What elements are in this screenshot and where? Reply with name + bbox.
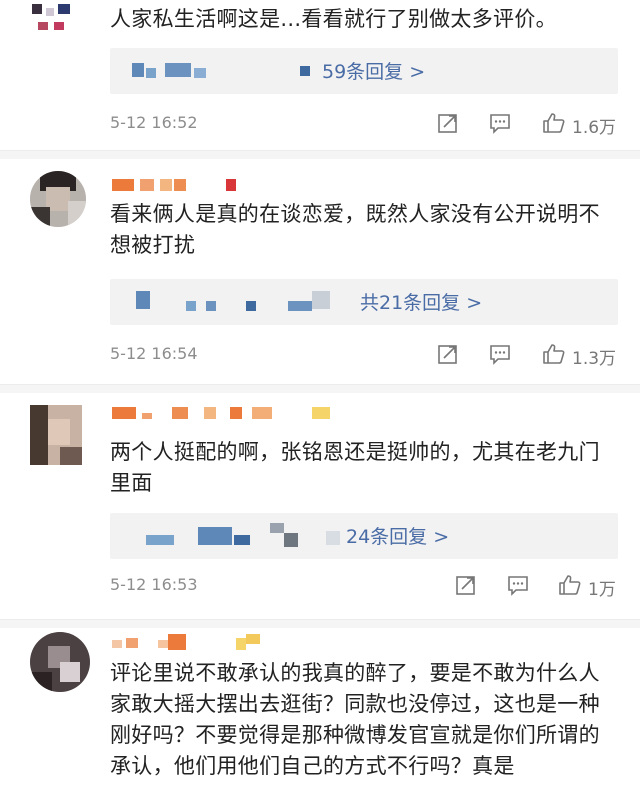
timestamp: 5-12 16:54 [110, 344, 198, 363]
thumbs-up-icon[interactable] [558, 573, 582, 597]
like-count: 1.6万 [572, 118, 617, 138]
username-mosaic [165, 63, 191, 77]
thumbs-up-icon[interactable] [542, 111, 566, 135]
username-mosaic [186, 301, 196, 311]
username-mosaic [326, 531, 340, 545]
avatar[interactable] [30, 632, 90, 692]
username-mosaic [194, 68, 206, 78]
avatar[interactable] [30, 171, 86, 227]
username-mosaic [270, 523, 284, 533]
username-mosaic [284, 533, 298, 547]
avatar[interactable] [30, 405, 82, 465]
comment-text: 看来俩人是真的在谈恋爱，既然人家没有公开说明不想被打扰 [110, 202, 600, 257]
comment-item-4: 评论里说不敢承认的我真的醉了，要是不敢为什么人家敢大摇大摆出去逛街？同款也没停过… [0, 628, 640, 802]
comment-icon[interactable] [488, 111, 512, 135]
reply-preview-box[interactable]: 24条回复 > [110, 513, 618, 559]
comment-text: 评论里说不敢承认的我真的醉了，要是不敢为什么人家敢大摇大摆出去逛街？同款也没停过… [110, 661, 600, 778]
timestamp: 5-12 16:52 [110, 113, 198, 132]
username-mosaic [312, 291, 330, 309]
comment-item-2: 看来俩人是真的在谈恋爱，既然人家没有公开说明不想被打扰 共21条回复 > 5-1… [0, 159, 640, 384]
reply-preview-box[interactable]: 共21条回复 > [110, 279, 618, 325]
username-mosaic [146, 68, 156, 78]
comment-item-1: 人家私生活啊这是...看看就行了别做太多评价。 59条回复 > 5-12 16:… [0, 0, 640, 150]
like-count: 1万 [588, 580, 616, 600]
divider [0, 619, 640, 628]
username-mosaic [246, 301, 256, 311]
username-mosaic [234, 535, 250, 545]
reply-preview-box[interactable]: 59条回复 > [110, 48, 618, 94]
share-icon[interactable] [436, 111, 460, 135]
comment-meta: 5-12 16:52 1.6万 [110, 111, 618, 138]
comment-text: 两个人挺配的啊，张铭恩还是挺帅的，尤其在老九门里面 [110, 440, 600, 495]
username-mosaic [132, 63, 144, 77]
avatar-mosaic[interactable] [32, 4, 76, 32]
username-mosaic[interactable] [112, 634, 272, 650]
username-mosaic[interactable] [112, 179, 242, 191]
comment-meta: 5-12 16:54 1.3万 [110, 342, 618, 369]
share-icon[interactable] [454, 573, 478, 597]
username-mosaic [198, 527, 232, 545]
comment-icon[interactable] [506, 573, 530, 597]
reply-count-link[interactable]: 59条回复 > [322, 57, 425, 84]
comment-text: 人家私生活啊这是...看看就行了别做太多评价。 [110, 7, 557, 31]
username-mosaic [206, 301, 216, 311]
username-mosaic [300, 66, 310, 76]
timestamp: 5-12 16:53 [110, 575, 198, 594]
username-mosaic[interactable] [112, 407, 332, 419]
comment-meta: 5-12 16:53 1万 [110, 573, 618, 600]
thumbs-up-icon[interactable] [542, 342, 566, 366]
reply-count-link[interactable]: 共21条回复 > [360, 288, 482, 315]
divider [0, 150, 640, 159]
username-mosaic [136, 291, 150, 309]
share-icon[interactable] [436, 342, 460, 366]
comment-item-3: 两个人挺配的啊，张铭恩还是挺帅的，尤其在老九门里面 24条回复 > 5-12 1… [0, 393, 640, 619]
divider [0, 384, 640, 393]
comment-icon[interactable] [488, 342, 512, 366]
like-count: 1.3万 [572, 349, 617, 369]
username-mosaic [288, 301, 312, 311]
username-mosaic [146, 535, 174, 545]
reply-count-link[interactable]: 24条回复 > [346, 522, 449, 549]
